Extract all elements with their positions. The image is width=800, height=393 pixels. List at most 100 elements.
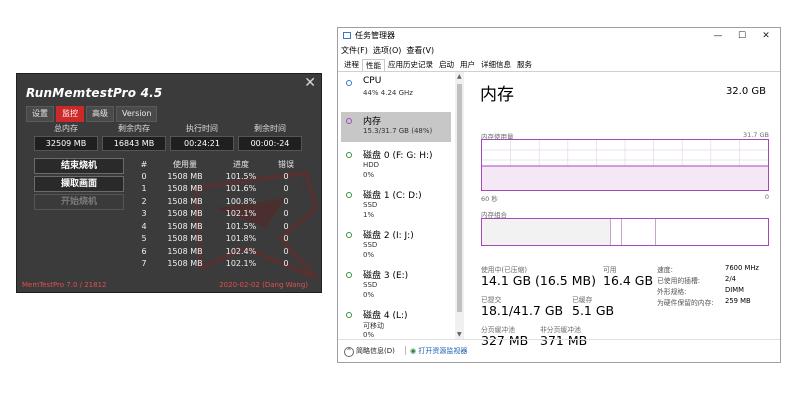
sidebar-item-label: 磁盘 3 (E:) <box>363 271 409 281</box>
disk-graph-icon <box>346 232 352 238</box>
table-header-row: # 使用量 进度 错误 <box>131 158 303 170</box>
bottom-divider <box>405 346 406 355</box>
sidebar-item-detail: 15.3/31.7 GB (48%) <box>363 127 433 135</box>
form-factor-value: DIMM <box>725 286 744 294</box>
row-errors: 0 <box>283 234 289 244</box>
memory-usage-graph <box>481 139 769 191</box>
sidebar-item-disk-0[interactable]: 磁盘 0 (F: G: H:) HDD 0% <box>341 146 451 184</box>
row-progress: 102.1% <box>225 209 257 219</box>
tab-settings[interactable]: 设置 <box>26 106 54 122</box>
resource-monitor-icon: ◉ <box>410 347 417 355</box>
menu-file[interactable]: 文件(F) <box>341 45 368 56</box>
close-icon[interactable]: ✕ <box>304 76 316 90</box>
bottom-bar: ^ 简略信息(D) ◉ 打开资源监视器 <box>338 339 780 364</box>
app-title: RunMemtestPro 4.5 <box>26 86 163 100</box>
stat-header-elapsed: 执行时间 <box>186 124 218 133</box>
window-title: 任务管理器 <box>355 31 395 40</box>
sidebar-item-memory[interactable]: 内存 15.3/31.7 GB (48%) <box>341 112 451 142</box>
sidebar-item-label: 磁盘 0 (F: G: H:) <box>363 151 433 161</box>
stat-available-value: 16.4 GB <box>603 273 654 288</box>
tab-app-history[interactable]: 应用历史记录 <box>385 59 436 70</box>
tab-bar: 进程 性能 应用历史记录 启动 用户 详细信息 服务 <box>341 59 535 71</box>
runmemtest-window: RunMemtestPro 4.5 ✕ 设置 监控 高级 Version 总内存… <box>16 73 322 293</box>
capture-screen-button[interactable]: 撷取画面 <box>34 176 124 192</box>
memory-composition-bar <box>481 218 769 246</box>
row-progress: 101.5% <box>225 221 257 231</box>
tab-version[interactable]: Version <box>116 106 158 122</box>
menu-bar: 文件(F) 选项(O) 查看(V) <box>341 45 434 56</box>
tab-advanced[interactable]: 高级 <box>86 106 114 122</box>
row-index: 7 <box>141 259 147 269</box>
axis-left-label: 60 秒 <box>481 195 498 203</box>
table-row: 0 1508 MB 101.5% 0 <box>131 170 303 183</box>
sidebar-item-cpu[interactable]: CPU 44% 4.24 GHz <box>341 74 451 112</box>
sidebar-item-disk-4[interactable]: 磁盘 4 (L:) 可移动 0% <box>341 306 451 339</box>
memory-detail-panel: 内存 32.0 GB 内存使用量 31.7 GB 60 秒 0 内存组合 使用中… <box>466 72 776 348</box>
disk-graph-icon <box>346 192 352 198</box>
speed-label: 速度: <box>657 266 673 274</box>
row-errors: 0 <box>283 184 289 194</box>
task-manager-window: 任务管理器 — ☐ ✕ 文件(F) 选项(O) 查看(V) 进程 性能 应用历史… <box>337 27 781 363</box>
table-row: 1 1508 MB 101.6% 0 <box>131 183 303 196</box>
table-row: 7 1508 MB 102.1% 0 <box>131 258 303 271</box>
tab-performance[interactable]: 性能 <box>362 59 385 71</box>
sidebar-scrollbar[interactable]: ▲ ▼ <box>455 72 464 339</box>
sidebar-item-disk-1[interactable]: 磁盘 1 (C: D:) SSD 1% <box>341 186 451 224</box>
slots-label: 已使用的插槽: <box>657 277 701 285</box>
row-progress: 102.4% <box>225 246 257 256</box>
close-button[interactable]: ✕ <box>754 29 778 43</box>
sidebar-item-detail: 44% 4.24 GHz <box>363 89 413 97</box>
axis-right-label: 0 <box>764 193 769 201</box>
row-usage: 1508 MB <box>167 246 203 256</box>
resource-monitor-label: 打开资源监视器 <box>418 347 468 355</box>
scroll-up-icon[interactable]: ▲ <box>457 73 462 80</box>
sidebar-item-type: SSD <box>363 201 378 209</box>
row-index: 4 <box>141 221 147 231</box>
menu-view[interactable]: 查看(V) <box>406 45 434 56</box>
stat-value-elapsed: 00:24:21 <box>170 136 234 151</box>
minimize-button[interactable]: — <box>706 29 730 43</box>
sidebar-item-disk-3[interactable]: 磁盘 3 (E:) SSD 0% <box>341 266 451 304</box>
total-memory: 32.0 GB <box>725 86 766 97</box>
maximize-button[interactable]: ☐ <box>730 29 754 43</box>
row-progress: 100.8% <box>225 196 257 206</box>
hardware-reserved-value: 259 MB <box>725 297 751 305</box>
tab-details[interactable]: 详细信息 <box>478 59 514 70</box>
tab-startup[interactable]: 启动 <box>436 59 457 70</box>
stat-committed-value: 18.1/41.7 GB <box>481 303 564 318</box>
sidebar-item-label: CPU <box>363 76 382 86</box>
col-usage: 使用量 <box>173 159 197 169</box>
scroll-down-icon[interactable]: ▼ <box>457 331 462 338</box>
memory-graph-icon <box>346 118 352 124</box>
row-progress: 101.8% <box>225 234 257 244</box>
open-resource-monitor-link[interactable]: ◉ 打开资源监视器 <box>410 346 467 356</box>
menu-options[interactable]: 选项(O) <box>373 45 402 56</box>
usage-graph-svg <box>482 140 768 190</box>
row-usage: 1508 MB <box>167 209 203 219</box>
sidebar-item-disk-2[interactable]: 磁盘 2 (I: J:) SSD 0% <box>341 226 451 264</box>
speed-value: 7600 MHz <box>725 264 760 272</box>
stat-header-remaining: 剩余时间 <box>254 124 286 133</box>
tab-users[interactable]: 用户 <box>457 59 478 70</box>
title-bar: 任务管理器 — ☐ ✕ <box>338 28 780 44</box>
tab-services[interactable]: 服务 <box>514 59 535 70</box>
row-usage: 1508 MB <box>167 171 203 181</box>
tab-monitor[interactable]: 监控 <box>56 106 84 122</box>
tab-processes[interactable]: 进程 <box>341 59 362 70</box>
sidebar-item-type: SSD <box>363 241 378 249</box>
start-burn-button[interactable]: 开始烧机 <box>34 194 124 210</box>
usage-area <box>482 166 768 190</box>
task-manager-icon <box>343 32 351 39</box>
sidebar-item-label: 磁盘 4 (L:) <box>363 311 408 321</box>
fewer-details-button[interactable]: ^ 简略信息(D) <box>344 346 395 357</box>
row-errors: 0 <box>283 259 289 269</box>
page-title: 内存 <box>480 85 514 105</box>
row-errors: 0 <box>283 196 289 206</box>
row-progress: 101.5% <box>225 171 257 181</box>
row-errors: 0 <box>283 221 289 231</box>
disk-graph-icon <box>346 152 352 158</box>
row-errors: 0 <box>283 209 289 219</box>
stop-burn-button[interactable]: 结束烧机 <box>34 158 124 174</box>
scroll-thumb[interactable] <box>457 84 462 312</box>
composition-standby <box>621 219 656 245</box>
